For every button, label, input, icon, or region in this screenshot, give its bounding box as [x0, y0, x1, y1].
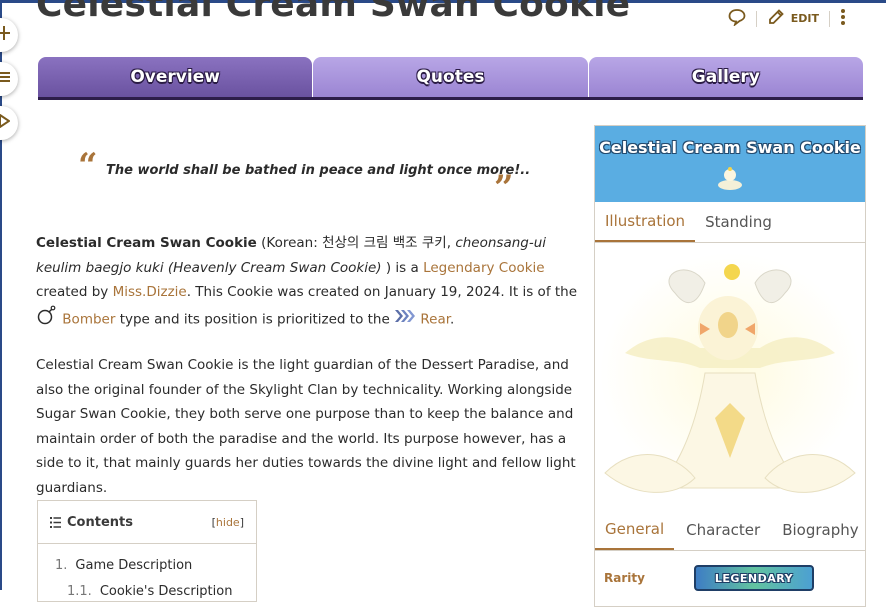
cookie-name: Celestial Cream Swan Cookie	[36, 235, 257, 251]
quote-text: The world shall be bathed in peace and l…	[106, 163, 531, 178]
rear-link[interactable]: Rear	[420, 311, 450, 327]
intro-text: created by	[36, 284, 113, 300]
tab-overview[interactable]: Overview	[38, 57, 313, 97]
rear-chevrons-icon	[394, 307, 416, 332]
creator-link[interactable]: Miss.Dizzie	[113, 284, 187, 300]
cookie-infobox: Celestial Cream Swan Cookie Illustration…	[594, 125, 866, 607]
tab-character[interactable]: Character	[676, 510, 770, 550]
intro-text: . This Cookie was created on January 19,…	[186, 284, 578, 300]
bomber-link[interactable]: Bomber	[62, 311, 115, 327]
toc-item-game-description[interactable]: 1. Game Description	[55, 558, 192, 573]
toc-item-number: 1.	[55, 558, 68, 573]
korean-name-text: (Korean: 천상의 크림 백조 쿠키,	[256, 235, 456, 251]
page-tabs: Overview Quotes Gallery	[38, 57, 863, 100]
toc-hide-toggle[interactable]: [hide]	[212, 516, 244, 529]
intro-text: ) is a	[381, 259, 424, 276]
pencil-icon	[767, 8, 785, 29]
toc-item-cookie-description[interactable]: 1.1. Cookie's Description	[67, 584, 232, 599]
intro-paragraph: Celestial Cream Swan Cookie (Korean: 천상의…	[36, 231, 581, 333]
infobox-image-tabs: Illustration Standing	[595, 202, 865, 243]
page-actions: EDIT	[718, 8, 856, 29]
more-vertical-icon	[840, 8, 846, 29]
toc-item-label[interactable]: Game Description	[75, 558, 192, 573]
talk-button[interactable]	[718, 8, 756, 29]
cookie-illustration	[595, 243, 865, 507]
edit-label: EDIT	[790, 12, 819, 25]
intro-text: type and its position is prioritized to …	[115, 310, 395, 327]
toc-item-number: 1.1.	[67, 584, 92, 599]
legendary-badge: LEGENDARY	[694, 565, 814, 591]
toc-list-icon	[50, 513, 61, 532]
intro-text: .	[450, 310, 455, 327]
rarity-label: Rarity	[604, 571, 645, 585]
description-paragraph: Celestial Cream Swan Cookie is the light…	[36, 357, 576, 496]
tab-gallery[interactable]: Gallery	[588, 57, 863, 97]
side-tag-button[interactable]	[0, 106, 18, 140]
more-options-button[interactable]	[830, 8, 856, 29]
toc-hide-label[interactable]: hide	[216, 516, 240, 529]
page-title: Celestial Cream Swan Cookie	[36, 0, 631, 25]
tab-biography[interactable]: Biography	[772, 510, 868, 550]
side-sparkle-button[interactable]	[0, 18, 18, 52]
side-toc-button[interactable]	[0, 62, 18, 96]
tab-illustration[interactable]: Illustration	[595, 202, 696, 242]
toc-header: Contents [hide]	[38, 501, 256, 544]
legendary-cookie-link[interactable]: Legendary Cookie	[423, 260, 545, 276]
toc-item-label[interactable]: Cookie's Description	[100, 584, 233, 599]
tab-general[interactable]: General	[595, 510, 675, 550]
toc-title: Contents	[67, 514, 133, 530]
tab-standing[interactable]: Standing	[695, 202, 782, 242]
table-of-contents: Contents [hide] 1. Game Description 1.1. C…	[37, 500, 257, 602]
sparkle-icon	[0, 26, 10, 44]
cookie-portrait-icon	[716, 165, 744, 195]
edit-button[interactable]: EDIT	[757, 8, 829, 29]
infobox-header: Celestial Cream Swan Cookie	[595, 126, 865, 202]
list-icon	[0, 71, 10, 87]
infobox-title: Celestial Cream Swan Cookie	[599, 138, 861, 157]
bomb-icon	[36, 305, 58, 334]
comment-icon	[728, 8, 746, 29]
tab-quotes[interactable]: Quotes	[313, 57, 588, 97]
rarity-row: Rarity LEGENDARY	[595, 560, 865, 596]
infobox-info-tabs: General Character Biography	[595, 510, 865, 551]
quote-open-mark: “	[78, 146, 98, 186]
toc-bracket: ]	[239, 515, 244, 529]
cookie-quote: “ The world shall be bathed in peace and…	[78, 146, 530, 208]
tag-icon	[0, 113, 11, 132]
quote-close-mark: ”	[494, 168, 514, 208]
